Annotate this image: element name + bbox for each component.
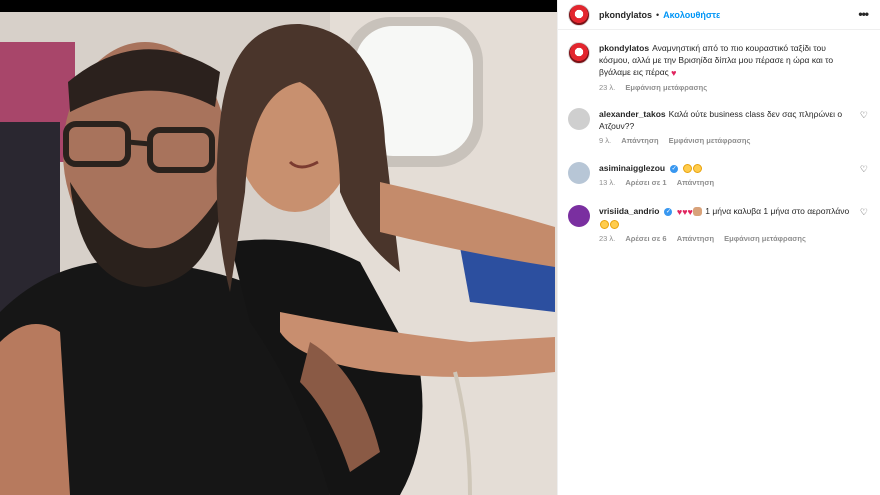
caption-avatar[interactable] <box>568 42 590 64</box>
grinning-face-icon <box>599 220 609 229</box>
comments-panel: pkondylatos • Ακολουθήστε ••• pkondylato… <box>557 0 880 495</box>
comment-time: 9 λ. <box>599 136 612 145</box>
heart-outline-icon[interactable]: ♡ <box>860 164 868 175</box>
translate-button[interactable]: Εμφάνιση μετάφρασης <box>724 234 806 243</box>
reply-button[interactable]: Απάντηση <box>677 234 714 243</box>
post-caption: pkondylatos Αναμνηστική από το πιο κουρασ… <box>568 42 868 94</box>
heart-outline-icon[interactable]: ♡ <box>860 207 868 218</box>
red-heart-icon: ♥ <box>671 67 677 78</box>
reply-button[interactable]: Απάντηση <box>621 136 658 145</box>
reply-button[interactable]: Απάντηση <box>677 178 714 187</box>
grinning-face-icon <box>609 220 619 229</box>
caption-username[interactable]: pkondylatos <box>599 43 649 53</box>
heart-outline-icon[interactable]: ♡ <box>860 110 868 121</box>
caption-time: 23 λ. <box>599 82 616 92</box>
heart-eyes-face-icon <box>693 164 702 174</box>
translate-button[interactable]: Εμφάνιση μετάφρασης <box>669 136 751 145</box>
comment-time: 13 λ. <box>599 178 616 187</box>
comment-username[interactable]: asiminaigglezou <box>599 163 665 173</box>
more-options-icon[interactable]: ••• <box>858 7 869 21</box>
follow-button[interactable]: Ακολουθήστε <box>663 10 720 20</box>
author-avatar[interactable] <box>568 3 590 26</box>
post-header: pkondylatos • Ακολουθήστε ••• <box>558 0 880 30</box>
commenter-avatar[interactable] <box>568 205 590 227</box>
caption-translate-button[interactable]: Εμφάνιση μετάφρασης <box>625 83 707 92</box>
commenter-avatar[interactable] <box>568 108 590 130</box>
comment-username[interactable]: alexander_takos <box>599 109 666 119</box>
comment-item: vrisiida_andrio ✓ ♥♥♥ 1 μήνα καλυβα 1 μήν… <box>568 205 868 245</box>
comment-text: 1 μήνα καλυβα 1 μήνα στο αεροπλάνο <box>705 206 850 216</box>
author-username[interactable]: pkondylatos <box>599 10 652 20</box>
commenter-avatar[interactable] <box>568 162 590 184</box>
heart-eyes-face-icon <box>683 164 692 174</box>
likes-count[interactable]: Αρέσει σε 1 <box>625 178 666 187</box>
comment-time: 23 λ. <box>599 233 616 243</box>
comment-item: alexander_takos Καλά ούτε business class … <box>568 108 868 147</box>
comment-username[interactable]: vrisiida_andrio <box>599 206 659 216</box>
likes-count[interactable]: Αρέσει σε 6 <box>625 234 666 243</box>
post-photo <box>0 12 557 495</box>
header-separator: • <box>656 9 660 20</box>
comment-item: asiminaigglezou ✓ 13 λ. Αρέσει σε 1 Απάντ… <box>568 162 868 189</box>
flexed-arm-icon <box>693 207 703 217</box>
verified-badge-icon: ✓ <box>670 164 679 173</box>
verified-badge-icon: ✓ <box>664 207 673 216</box>
red-heart-icon: ♥ <box>687 206 693 217</box>
